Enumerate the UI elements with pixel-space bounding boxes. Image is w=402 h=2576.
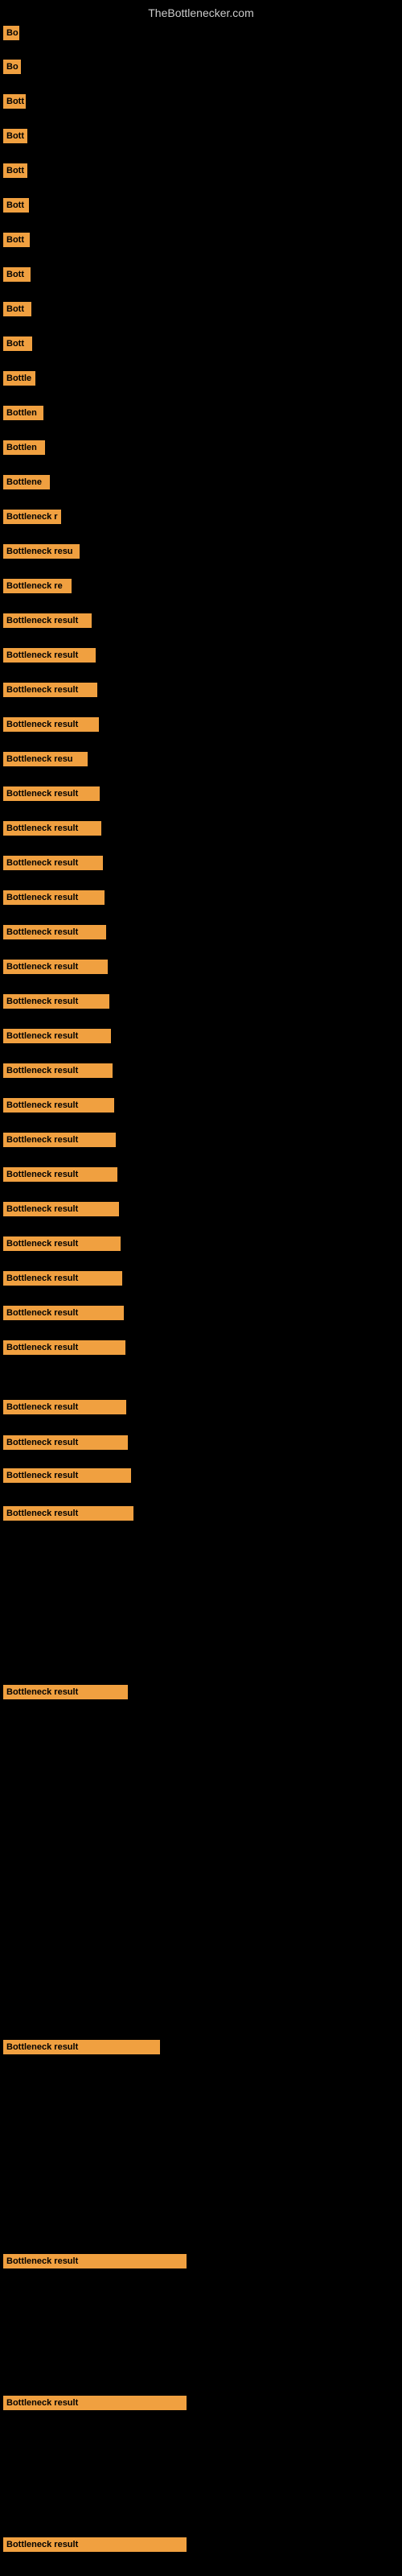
bottleneck-result-badge[interactable]: Bo: [3, 60, 21, 74]
list-item: Bottleneck result: [0, 2251, 402, 2272]
bottleneck-result-badge[interactable]: Bottleneck result: [3, 1167, 117, 1182]
bottleneck-result-badge[interactable]: Bottleneck result: [3, 683, 97, 697]
list-item: Bottleneck result: [0, 1503, 402, 1524]
bottleneck-result-badge[interactable]: Bottleneck result: [3, 1202, 119, 1216]
list-item: Bott: [0, 91, 402, 112]
list-item: Bottlene: [0, 472, 402, 493]
list-item: Bott: [0, 299, 402, 320]
bottleneck-result-badge[interactable]: Bottleneck result: [3, 960, 108, 974]
list-item: Bottleneck result: [0, 610, 402, 631]
bottleneck-result-badge[interactable]: Bott: [3, 336, 32, 351]
list-item: Bottleneck result: [0, 1432, 402, 1453]
bottleneck-result-badge[interactable]: Bottleneck result: [3, 856, 103, 870]
bottleneck-result-badge[interactable]: Bo: [3, 26, 19, 40]
list-item: Bottleneck result: [0, 1026, 402, 1046]
bottleneck-result-badge[interactable]: Bottleneck result: [3, 2396, 187, 2410]
list-item: Bottleneck resu: [0, 749, 402, 770]
bottleneck-result-badge[interactable]: Bottleneck result: [3, 1400, 126, 1414]
list-item: Bottleneck re: [0, 576, 402, 597]
list-item: Bottleneck result: [0, 1060, 402, 1081]
bottleneck-result-badge[interactable]: Bottleneck result: [3, 786, 100, 801]
bottleneck-result-badge[interactable]: Bottleneck result: [3, 1435, 128, 1450]
list-item: Bottleneck result: [0, 991, 402, 1012]
list-item: Bottleneck result: [0, 645, 402, 666]
list-item: Bottleneck result: [0, 1397, 402, 1418]
bottleneck-result-badge[interactable]: Bottleneck result: [3, 1098, 114, 1113]
bottleneck-result-badge[interactable]: Bottleneck result: [3, 994, 109, 1009]
bottleneck-result-badge[interactable]: Bottleneck result: [3, 821, 101, 836]
list-item: Bottleneck result: [0, 1302, 402, 1323]
bottleneck-result-badge[interactable]: Bottleneck result: [3, 648, 96, 663]
list-item: Bottleneck result: [0, 1268, 402, 1289]
bottleneck-result-badge[interactable]: Bottleneck result: [3, 1029, 111, 1043]
list-item: Bottleneck result: [0, 852, 402, 873]
bottleneck-result-badge[interactable]: Bott: [3, 267, 31, 282]
bottleneck-result-badge[interactable]: Bottleneck result: [3, 1133, 116, 1147]
bottleneck-result-badge[interactable]: Bottle: [3, 371, 35, 386]
bottleneck-result-badge[interactable]: Bottlene: [3, 475, 50, 489]
bottleneck-result-badge[interactable]: Bottleneck result: [3, 2537, 187, 2552]
bottleneck-result-badge[interactable]: Bottleneck result: [3, 890, 105, 905]
list-item: Bottleneck result: [0, 1129, 402, 1150]
list-item: Bo: [0, 23, 402, 43]
bottleneck-result-badge[interactable]: Bottleneck result: [3, 2040, 160, 2054]
list-item: Bottleneck result: [0, 1095, 402, 1116]
list-item: Bottleneck result: [0, 818, 402, 839]
bottleneck-result-badge[interactable]: Bottleneck result: [3, 1063, 113, 1078]
bottleneck-result-badge[interactable]: Bottleneck re: [3, 579, 72, 593]
list-item: Bottleneck result: [0, 2392, 402, 2413]
list-item: Bottleneck result: [0, 1164, 402, 1185]
list-item: Bottleneck result: [0, 922, 402, 943]
list-item: Bottle: [0, 368, 402, 389]
list-item: Bottleneck resu: [0, 541, 402, 562]
list-item: Bott: [0, 126, 402, 147]
bottleneck-result-badge[interactable]: Bottleneck result: [3, 1306, 124, 1320]
list-item: Bott: [0, 333, 402, 354]
list-item: Bott: [0, 160, 402, 181]
bottleneck-result-badge[interactable]: Bottleneck result: [3, 1506, 133, 1521]
bottleneck-result-badge[interactable]: Bottleneck result: [3, 925, 106, 939]
site-title: TheBottlenecker.com: [0, 0, 402, 23]
list-item: Bo: [0, 56, 402, 77]
list-item: Bottleneck r: [0, 506, 402, 527]
list-item: Bott: [0, 264, 402, 285]
bottleneck-result-badge[interactable]: Bott: [3, 233, 30, 247]
bottleneck-result-badge[interactable]: Bottleneck result: [3, 1236, 121, 1251]
list-item: Bottleneck result: [0, 1233, 402, 1254]
list-item: Bottleneck result: [0, 2534, 402, 2555]
bottleneck-result-badge[interactable]: Bott: [3, 198, 29, 213]
list-item: Bottleneck result: [0, 1337, 402, 1358]
list-item: Bottleneck result: [0, 783, 402, 804]
bottleneck-result-badge[interactable]: Bottleneck resu: [3, 752, 88, 766]
list-item: Bottleneck result: [0, 887, 402, 908]
bottleneck-result-badge[interactable]: Bottleneck result: [3, 613, 92, 628]
list-item: Bottleneck result: [0, 1682, 402, 1703]
bottleneck-result-badge[interactable]: Bott: [3, 129, 27, 143]
bottleneck-result-badge[interactable]: Bottleneck result: [3, 2254, 187, 2268]
list-item: Bott: [0, 229, 402, 250]
list-item: Bottlen: [0, 402, 402, 423]
bottleneck-result-badge[interactable]: Bottleneck result: [3, 1271, 122, 1286]
bottleneck-result-badge[interactable]: Bottlen: [3, 440, 45, 455]
list-item: Bottleneck result: [0, 2037, 402, 2058]
list-item: Bottleneck result: [0, 679, 402, 700]
list-item: Bottleneck result: [0, 956, 402, 977]
bottleneck-result-badge[interactable]: Bottleneck result: [3, 1340, 125, 1355]
bottleneck-result-badge[interactable]: Bottleneck result: [3, 717, 99, 732]
bottleneck-result-badge[interactable]: Bottleneck result: [3, 1685, 128, 1699]
bottleneck-result-badge[interactable]: Bottleneck result: [3, 1468, 131, 1483]
bottleneck-result-badge[interactable]: Bottlen: [3, 406, 43, 420]
list-item: Bottleneck result: [0, 1465, 402, 1486]
list-item: Bott: [0, 195, 402, 216]
bottleneck-result-badge[interactable]: Bottleneck resu: [3, 544, 80, 559]
list-item: Bottlen: [0, 437, 402, 458]
list-item: Bottleneck result: [0, 1199, 402, 1220]
bottleneck-result-badge[interactable]: Bott: [3, 163, 27, 178]
list-item: Bottleneck result: [0, 714, 402, 735]
bottleneck-result-badge[interactable]: Bott: [3, 94, 26, 109]
bottleneck-result-badge[interactable]: Bott: [3, 302, 31, 316]
bottleneck-result-badge[interactable]: Bottleneck r: [3, 510, 61, 524]
